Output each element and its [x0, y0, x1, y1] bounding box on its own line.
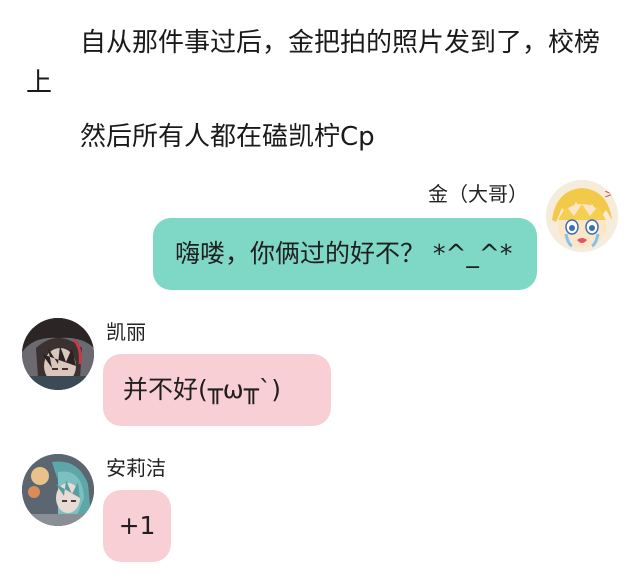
message-bubble-kaili[interactable]: 并不好(╥ω╥`) [103, 354, 331, 426]
sender-name-anlijie: 安莉洁 [106, 456, 166, 480]
svg-text:><: >< [604, 187, 618, 201]
avatar-kaili[interactable] [22, 318, 94, 390]
narration-paragraph-1: 自从那件事过后，金把拍的照片发到了，校榜上 [26, 28, 601, 98]
dark-haired-anime-avatar-icon [22, 318, 94, 390]
sender-name-kaili: 凯丽 [106, 320, 146, 344]
avatar-anlijie[interactable] [22, 454, 94, 526]
message-bubble-jin[interactable]: 嗨喽，你俩过的好不？ *^_^* [153, 218, 537, 290]
blonde-chibi-avatar-icon: >< [546, 180, 618, 252]
avatar-jin[interactable]: >< [546, 180, 618, 252]
message-bubble-anlijie[interactable]: +1 [103, 490, 171, 562]
sender-name-jin: 金（大哥） [428, 182, 528, 206]
narration-paragraph-2: 然后所有人都在磕凯柠Cp [80, 122, 375, 152]
teal-haired-anime-avatar-icon [22, 454, 94, 526]
